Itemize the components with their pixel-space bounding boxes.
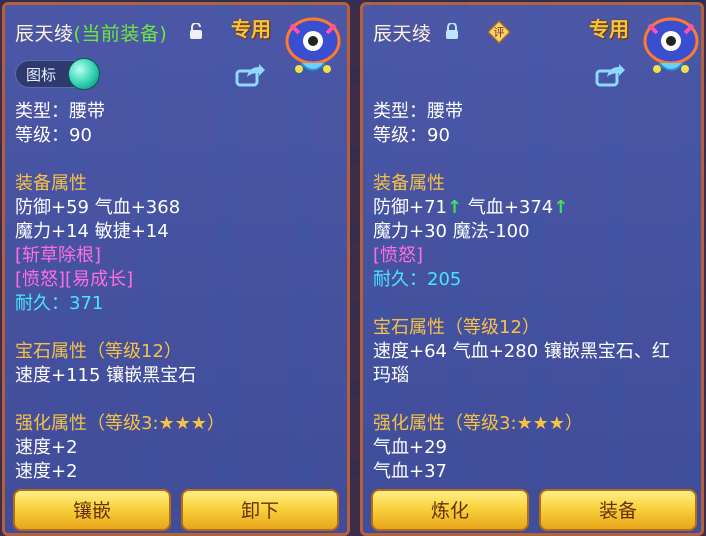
share-icon[interactable] bbox=[235, 63, 265, 87]
attribute-line: [愤怒] bbox=[373, 245, 424, 266]
refine-button[interactable]: 炼化 bbox=[371, 489, 529, 531]
attribute-line: 装备属性 bbox=[373, 173, 445, 194]
attribute-line: 玛瑙 bbox=[373, 365, 409, 386]
attribute-line: 魔力+14 敏捷+14 bbox=[15, 221, 169, 242]
attribute-line: 装备属性 bbox=[15, 173, 87, 194]
unequip-button[interactable]: 卸下 bbox=[181, 489, 339, 531]
compare-equipment-panel: 辰天绫 评 专用 类型：腰带等级：90 装备属性防御+71↑ 气血+374↑ 魔力+… bbox=[360, 2, 704, 536]
attribute-line: 防御+59 气血+368 bbox=[15, 197, 181, 218]
attribute-line: 魔力+30 魔法-100 bbox=[373, 221, 530, 242]
attribute-line: 类型：腰带 bbox=[373, 101, 463, 122]
toggle-knob bbox=[68, 58, 100, 90]
exclusive-label: 专用 bbox=[231, 17, 271, 41]
rating-badge-icon[interactable]: 评 bbox=[487, 20, 511, 44]
attribute-line: 强化属性（等级3:★★★） bbox=[15, 413, 225, 434]
lock-icon[interactable] bbox=[445, 23, 459, 39]
action-buttons: 镶嵌 卸下 bbox=[5, 489, 347, 533]
attribute-line: 宝石属性（等级12） bbox=[373, 317, 540, 338]
attribute-line: 速度+2 bbox=[15, 437, 78, 458]
attribute-line: 强化属性（等级3:★★★） bbox=[373, 413, 583, 434]
item-name: 辰天绫 bbox=[15, 23, 74, 45]
equip-button[interactable]: 装备 bbox=[539, 489, 697, 531]
item-attributes: 类型：腰带等级：90 装备属性防御+59 气血+368 魔力+14 敏捷+14 [斩草… bbox=[15, 100, 341, 484]
item-title: 辰天绫 bbox=[373, 19, 432, 46]
attribute-line: 防御+71↑ 气血+374↑ bbox=[373, 197, 569, 218]
attribute-line: 气血+29 bbox=[373, 437, 447, 458]
pet-avatar-icon bbox=[285, 17, 341, 73]
unlock-icon[interactable] bbox=[189, 23, 203, 39]
icon-toggle[interactable]: 图标 bbox=[15, 58, 100, 90]
attribute-line: [愤怒][易成长] bbox=[15, 269, 134, 290]
attribute-line: 速度+115 镶嵌黑宝石 bbox=[15, 365, 197, 386]
attribute-line: 气血+37 bbox=[373, 461, 447, 482]
item-name: 辰天绫 bbox=[373, 23, 432, 45]
item-attributes: 类型：腰带等级：90 装备属性防御+71↑ 气血+374↑ 魔力+30 魔法-100… bbox=[373, 100, 695, 484]
attribute-line: 等级：90 bbox=[15, 125, 92, 146]
item-title: 辰天绫(当前装备) bbox=[15, 19, 167, 46]
attribute-line: 速度+64 气血+280 镶嵌黑宝石、红 bbox=[373, 341, 670, 362]
equipped-tag: (当前装备) bbox=[73, 23, 168, 45]
attribute-line: 等级：90 bbox=[373, 125, 450, 146]
rating-badge-label: 评 bbox=[494, 26, 505, 39]
share-icon[interactable] bbox=[595, 63, 625, 87]
exclusive-label: 专用 bbox=[589, 17, 629, 41]
pet-avatar-icon bbox=[643, 17, 699, 73]
attribute-line: 类型：腰带 bbox=[15, 101, 105, 122]
action-buttons: 炼化 装备 bbox=[363, 489, 701, 533]
attribute-line: 耐久：205 bbox=[373, 269, 462, 290]
inlay-button[interactable]: 镶嵌 bbox=[13, 489, 171, 531]
attribute-line: 速度+2 bbox=[15, 461, 78, 482]
upgrade-arrow-icon: ↑ bbox=[553, 197, 569, 218]
attribute-line: [斩草除根] bbox=[15, 245, 102, 266]
current-equipment-panel: 辰天绫(当前装备) 专用 图标 类型：腰带等级：90 装备属性防御+59 气血+3… bbox=[2, 2, 350, 536]
icon-toggle-label: 图标 bbox=[26, 66, 57, 84]
attribute-line: 耐久：371 bbox=[15, 293, 104, 314]
attribute-line: 宝石属性（等级12） bbox=[15, 341, 182, 362]
upgrade-arrow-icon: ↑ bbox=[447, 197, 463, 218]
